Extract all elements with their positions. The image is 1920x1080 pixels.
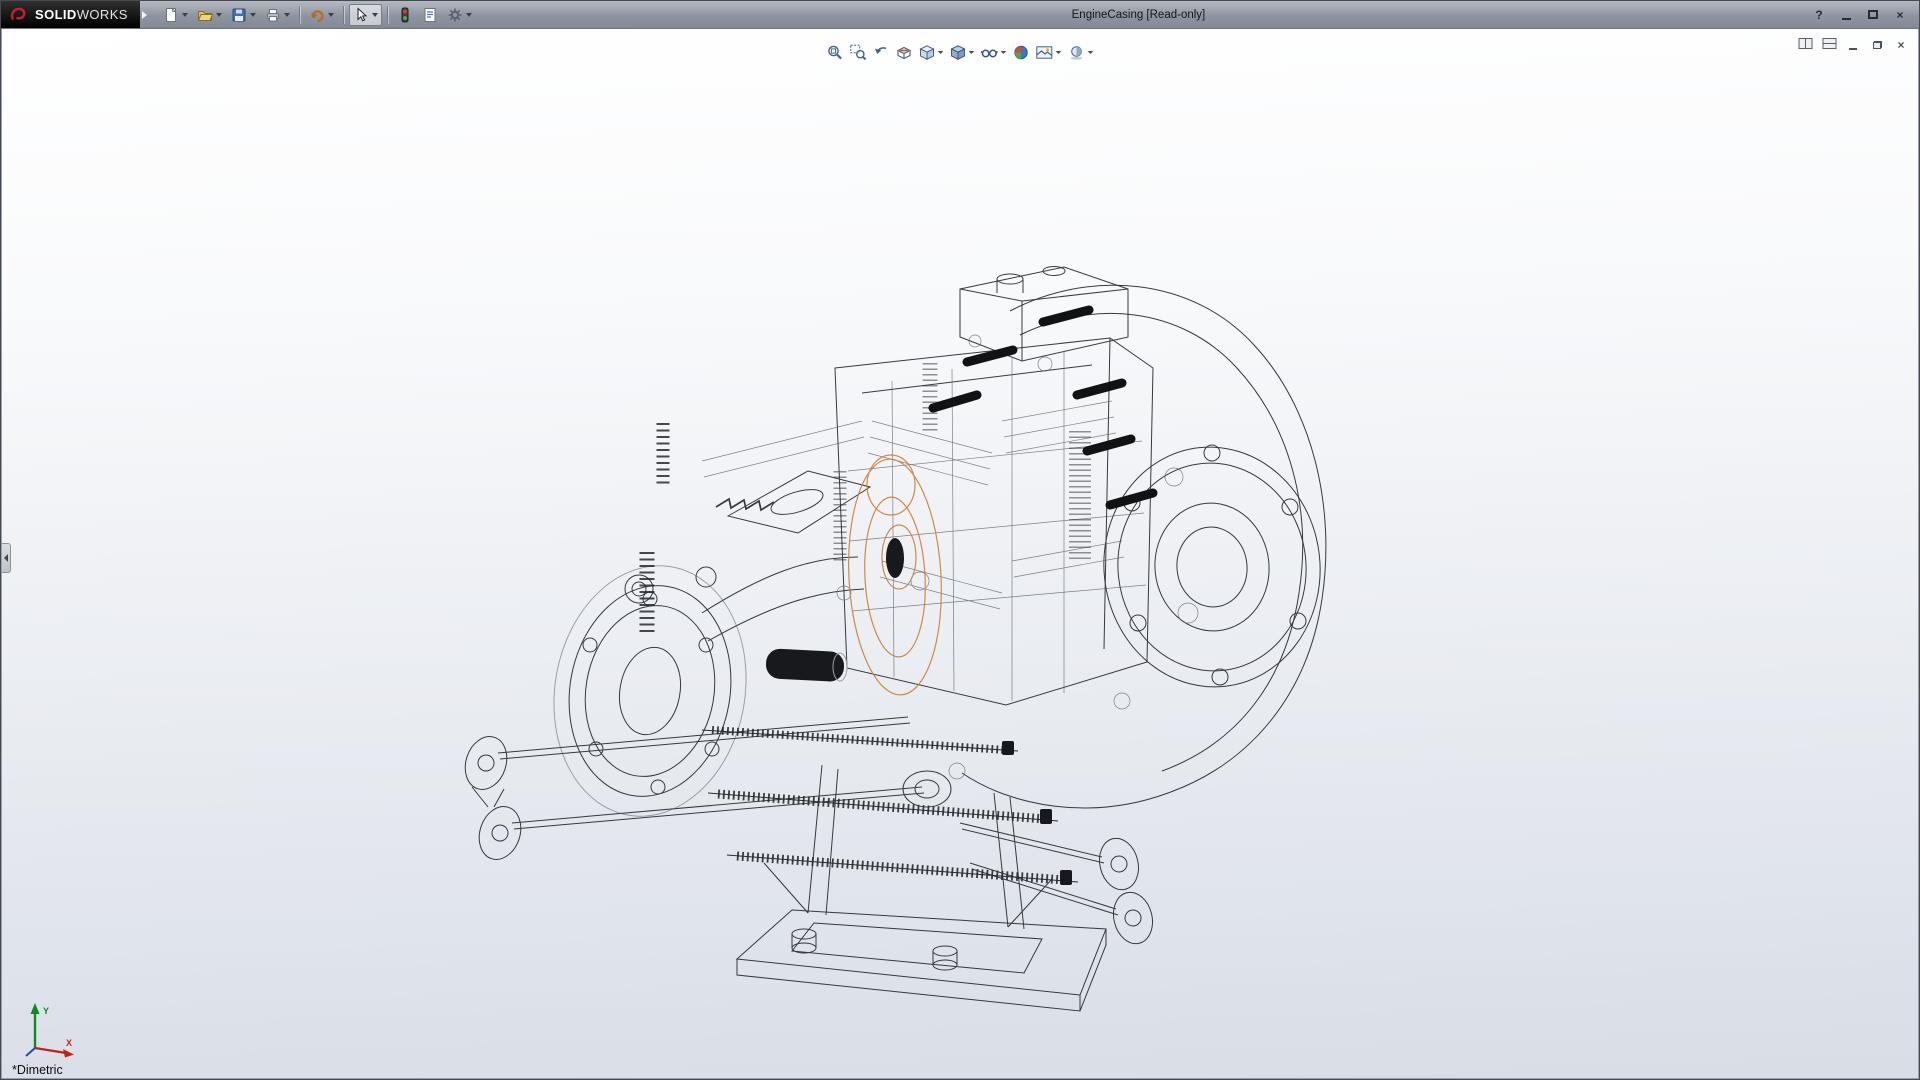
- minimize-button[interactable]: [1836, 6, 1856, 24]
- print-button[interactable]: [261, 4, 294, 26]
- pane-split-vertical-icon: [1798, 37, 1813, 53]
- pane-split-horizontal-icon: [1822, 37, 1837, 53]
- chevron-down-icon[interactable]: [1056, 51, 1062, 54]
- svg-text:X: X: [66, 1038, 72, 1048]
- chevron-down-icon[interactable]: [284, 13, 290, 17]
- save-icon: [231, 7, 247, 23]
- doc-restore-icon: [1873, 41, 1882, 49]
- file-properties-button[interactable]: [418, 4, 442, 26]
- rebuild-icon: [397, 7, 413, 23]
- previous-view-icon: [873, 44, 890, 61]
- new-document-button[interactable]: [159, 4, 192, 26]
- chevron-down-icon[interactable]: [328, 13, 334, 17]
- view-orientation-label: *Dimetric: [12, 1063, 63, 1077]
- dassault-3ds-logo-icon: [9, 6, 28, 23]
- chevron-down-icon[interactable]: [250, 13, 256, 17]
- edit-appearance-sphere-icon: [1013, 44, 1030, 61]
- engine-casing-wireframe: [2, 29, 1918, 1078]
- chevron-down-icon[interactable]: [216, 13, 222, 17]
- z-axis-arrow: [26, 1048, 35, 1056]
- svg-text:Y: Y: [43, 1006, 49, 1016]
- solidworks-window: SOLIDWORKS: [0, 0, 1920, 1080]
- apply-scene-button[interactable]: [1034, 41, 1064, 63]
- print-icon: [265, 7, 281, 23]
- toolbar-separator: [299, 6, 300, 24]
- undo-icon: [309, 7, 325, 23]
- zoom-to-area-icon: [850, 44, 867, 61]
- minimize-icon: [1842, 18, 1851, 20]
- doc-minimize-button[interactable]: [1844, 37, 1862, 53]
- previous-view-button[interactable]: [871, 41, 892, 63]
- menu-expand-arrow-icon[interactable]: [142, 11, 147, 19]
- toolbar-separator: [343, 6, 344, 24]
- rebuild-button[interactable]: [393, 4, 417, 26]
- view-settings-shadow-icon: [1068, 44, 1086, 61]
- headsup-view-toolbar: [820, 40, 1101, 64]
- chevron-down-icon[interactable]: [938, 51, 944, 54]
- hide-show-items-button[interactable]: [979, 41, 1009, 63]
- doc-close-button[interactable]: ×: [1892, 37, 1910, 53]
- apply-scene-icon: [1036, 44, 1054, 61]
- brand-text: SOLIDWORKS: [35, 7, 128, 22]
- view-orientation-icon: [919, 44, 936, 61]
- solidworks-logo: SOLIDWORKS: [1, 1, 140, 28]
- orientation-triad: Y X: [22, 1000, 82, 1062]
- main-toolbar: [159, 4, 476, 26]
- view-settings-button[interactable]: [1066, 41, 1096, 63]
- view-orientation-button[interactable]: [917, 41, 946, 63]
- doc-restore-button[interactable]: [1868, 37, 1886, 53]
- chevron-down-icon[interactable]: [466, 13, 472, 17]
- x-axis-arrow: X: [35, 1038, 74, 1058]
- highlighted-part: [843, 455, 947, 697]
- chevron-down-icon[interactable]: [182, 13, 188, 17]
- section-view-icon: [896, 44, 913, 61]
- document-title: EngineCasing [Read-only]: [476, 9, 1801, 21]
- zoom-to-fit-button[interactable]: [825, 41, 846, 63]
- doc-minimize-icon: [1849, 48, 1857, 50]
- hide-show-items-glasses-icon: [981, 44, 999, 61]
- graphics-viewport[interactable]: × Y X *Dimetric: [2, 29, 1918, 1078]
- panel-collapse-tab[interactable]: [2, 543, 11, 573]
- file-properties-icon: [422, 7, 438, 23]
- pane-split-vertical-button[interactable]: [1796, 37, 1814, 53]
- document-window-controls: ×: [1796, 37, 1910, 53]
- display-style-button[interactable]: [948, 41, 977, 63]
- chevron-down-icon[interactable]: [1001, 51, 1007, 54]
- options-gear-icon: [447, 7, 463, 23]
- y-axis-arrow: Y: [31, 1003, 50, 1048]
- titlebar: SOLIDWORKS: [1, 1, 1919, 29]
- options-button[interactable]: [443, 4, 476, 26]
- chevron-down-icon[interactable]: [372, 13, 378, 17]
- edit-appearance-button[interactable]: [1011, 41, 1032, 63]
- toolbar-separator: [387, 6, 388, 24]
- chevron-down-icon[interactable]: [1088, 51, 1094, 54]
- section-view-button[interactable]: [894, 41, 915, 63]
- maximize-button[interactable]: [1863, 6, 1883, 24]
- open-icon: [197, 7, 213, 23]
- zoom-to-fit-icon: [827, 44, 844, 61]
- open-button[interactable]: [193, 4, 226, 26]
- select-cursor-icon: [353, 7, 369, 23]
- undo-button[interactable]: [305, 4, 338, 26]
- save-button[interactable]: [227, 4, 260, 26]
- display-style-icon: [950, 44, 967, 61]
- chevron-down-icon[interactable]: [969, 51, 975, 54]
- collapse-arrow-icon: [4, 554, 8, 562]
- select-button[interactable]: [349, 4, 382, 26]
- help-button[interactable]: ?: [1809, 6, 1829, 24]
- close-button[interactable]: ×: [1890, 6, 1910, 24]
- new-document-icon: [163, 7, 179, 23]
- window-controls: ? ×: [1801, 6, 1919, 24]
- pane-split-horizontal-button[interactable]: [1820, 37, 1838, 53]
- zoom-to-area-button[interactable]: [848, 41, 869, 63]
- maximize-icon: [1868, 10, 1878, 19]
